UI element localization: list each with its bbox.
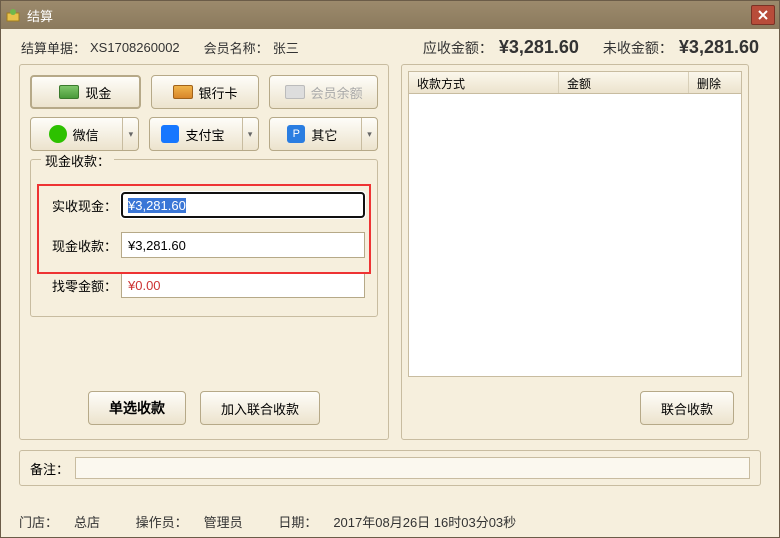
cash-received-input[interactable] (121, 232, 365, 258)
remark-input[interactable] (75, 457, 750, 479)
footer-store: 总店 (74, 515, 100, 530)
footer-date: 2017年08月26日 16时03分03秒 (333, 515, 516, 530)
pay-balance-button: 会员余额 (269, 75, 378, 109)
app-icon (5, 7, 21, 23)
header-row: 结算单据： XS1708260002 会员名称： 张三 应收金额： ¥3,281… (1, 29, 779, 64)
cash-group-legend: 现金收款： (41, 151, 114, 170)
pay-bank-label: 银行卡 (199, 83, 238, 102)
pay-wechat-button[interactable]: 微信 ▾ (30, 117, 139, 151)
change-label: 找零金额： (43, 276, 117, 295)
titlebar: 结算 (1, 1, 779, 29)
alipay-icon (161, 125, 179, 143)
window-title: 结算 (27, 6, 751, 25)
col-amount: 金额 (559, 72, 689, 93)
due-label: 应收金额： (423, 38, 493, 58)
bank-card-icon (173, 85, 193, 99)
doc-no-value: XS1708260002 (90, 40, 180, 55)
member-label: 会员名称： (204, 38, 269, 57)
close-button[interactable] (751, 5, 775, 25)
other-pay-icon: P (287, 125, 305, 143)
cash-received-label: 现金收款： (43, 236, 117, 255)
single-collect-button[interactable]: 单选收款 (88, 391, 186, 425)
pay-balance-label: 会员余额 (311, 83, 363, 102)
left-panel: 现金 银行卡 会员余额 微信 ▾ 支付宝 ▾ (19, 64, 389, 440)
grid-header: 收款方式 金额 删除 (409, 72, 741, 94)
remark-label: 备注： (30, 459, 69, 478)
unpaid-amount: ¥3,281.60 (679, 37, 759, 58)
other-dropdown[interactable]: ▾ (361, 118, 377, 150)
doc-no-label: 结算单据： (21, 38, 86, 57)
pay-alipay-button[interactable]: 支付宝 ▾ (149, 117, 258, 151)
pay-wechat-label: 微信 (73, 125, 99, 144)
member-name: 张三 (273, 38, 299, 57)
pay-cash-button[interactable]: 现金 (30, 75, 141, 109)
pay-bank-button[interactable]: 银行卡 (151, 75, 260, 109)
join-union-button[interactable]: 加入联合收款 (200, 391, 320, 425)
pay-other-button[interactable]: P 其它 ▾ (269, 117, 378, 151)
footer-operator: 管理员 (204, 515, 243, 530)
pay-cash-label: 现金 (85, 83, 111, 102)
col-delete: 删除 (689, 72, 741, 93)
union-collect-button[interactable]: 联合收款 (640, 391, 734, 425)
change-input[interactable] (121, 272, 365, 298)
cash-icon (59, 85, 79, 99)
footer: 门店：总店 操作员：管理员 日期：2017年08月26日 16时03分03秒 (19, 512, 548, 531)
alipay-dropdown[interactable]: ▾ (242, 118, 258, 150)
col-method: 收款方式 (409, 72, 559, 93)
unpaid-label: 未收金额： (603, 38, 673, 58)
balance-icon (285, 85, 305, 99)
cash-group: 现金收款： 实收现金： 现金收款： 找零金额： (30, 159, 378, 317)
pay-alipay-label: 支付宝 (185, 125, 224, 144)
pay-other-label: 其它 (311, 125, 337, 144)
right-panel: 收款方式 金额 删除 联合收款 (401, 64, 749, 440)
wechat-icon (49, 125, 67, 143)
actual-cash-input[interactable] (121, 192, 365, 218)
due-amount: ¥3,281.60 (499, 37, 579, 58)
actual-cash-label: 实收现金： (43, 196, 117, 215)
remark-row: 备注： (19, 450, 761, 486)
wechat-dropdown[interactable]: ▾ (122, 118, 138, 150)
payment-grid: 收款方式 金额 删除 (408, 71, 742, 377)
